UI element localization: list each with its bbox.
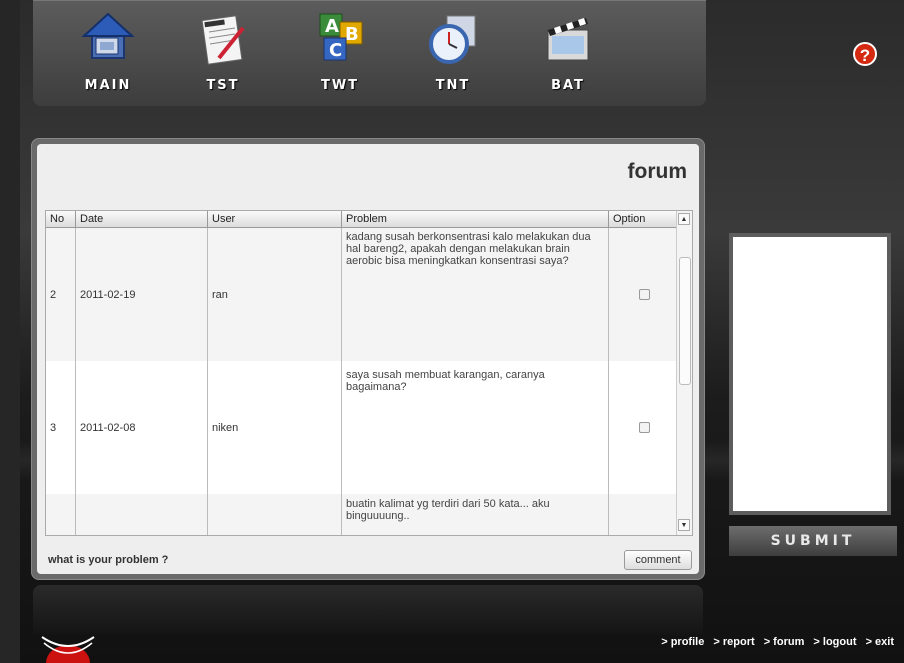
row-date: 2011-02-08	[76, 361, 208, 494]
row-date	[76, 494, 208, 535]
row-option	[609, 361, 677, 494]
forum-grid: No Date User Problem Option 2 2011-02-19…	[45, 210, 693, 536]
clock-icon	[429, 15, 476, 64]
row-date: 2011-02-19	[76, 228, 208, 361]
svg-text:C: C	[329, 40, 342, 61]
clapperboard-icon	[547, 18, 589, 61]
help-icon[interactable]: ?	[853, 42, 877, 66]
house-icon	[81, 12, 135, 59]
nav-tnt[interactable]: TNT	[413, 8, 493, 98]
scroll-down-icon[interactable]: ▼	[678, 519, 690, 531]
scroll-up-icon[interactable]: ▲	[678, 213, 690, 225]
table-row: 2 2011-02-19 ran kadang susah berkonsent…	[46, 228, 677, 362]
nav-tst-label: TST	[206, 78, 240, 93]
report-link[interactable]: > report	[713, 636, 754, 648]
row-option	[609, 228, 677, 361]
problem-textarea[interactable]	[729, 233, 891, 515]
col-date[interactable]: Date	[76, 211, 208, 227]
nav-tst[interactable]: TST	[183, 8, 263, 98]
nav-main-label: MAIN	[84, 78, 132, 93]
table-row: 3 2011-02-08 niken saya susah membuat ka…	[46, 361, 677, 495]
profile-link[interactable]: > profile	[661, 636, 704, 648]
row-option	[609, 494, 677, 535]
row-user: ran	[208, 228, 342, 361]
row-user: niken	[208, 361, 342, 494]
rich-text-icon	[201, 15, 245, 65]
col-no[interactable]: No	[46, 211, 76, 227]
abc-blocks-icon: A B C	[319, 13, 363, 61]
table-row: buatin kalimat yg terdiri dari 50 kata..…	[46, 494, 677, 535]
row-problem: kadang susah berkonsentrasi kalo melakuk…	[342, 228, 609, 361]
row-no: 2	[46, 228, 76, 361]
logout-link[interactable]: > logout	[813, 636, 856, 648]
option-checkbox[interactable]	[639, 289, 650, 300]
nav-bat[interactable]: BAT	[528, 8, 608, 98]
footer-bar	[33, 585, 703, 635]
col-user[interactable]: User	[208, 211, 342, 227]
exit-link[interactable]: > exit	[866, 636, 894, 648]
nav-main[interactable]: MAIN	[68, 8, 148, 98]
problem-question-label: what is your problem ?	[48, 554, 169, 566]
nav-twt-label: TWT	[320, 78, 360, 93]
comment-button[interactable]: comment	[624, 550, 692, 570]
nav-tnt-label: TNT	[435, 78, 471, 93]
scroll-thumb[interactable]	[679, 257, 691, 385]
left-band	[0, 0, 20, 663]
row-no: 3	[46, 361, 76, 494]
row-user	[208, 494, 342, 535]
row-problem: buatin kalimat yg terdiri dari 50 kata..…	[342, 494, 609, 535]
forum-title: forum	[627, 160, 688, 183]
col-problem[interactable]: Problem	[342, 211, 609, 227]
forum-link[interactable]: > forum	[764, 636, 805, 648]
forum-panel: forum No Date User Problem Option 2 2011…	[31, 138, 705, 580]
footer-links: > profile > report > forum > logout > ex…	[655, 636, 894, 648]
nav-twt[interactable]: A B C TWT	[300, 8, 380, 98]
col-option[interactable]: Option	[609, 211, 677, 227]
svg-text:B: B	[345, 24, 359, 45]
grid-scrollbar[interactable]: ▲ ▼	[676, 211, 692, 535]
row-problem: saya susah membuat karangan, caranya bag…	[342, 361, 609, 494]
top-nav-bar: MAIN TST A B C TWT TNT BAT	[33, 0, 706, 106]
option-checkbox[interactable]	[639, 422, 650, 433]
svg-text:A: A	[325, 16, 339, 37]
forum-panel-inner: forum No Date User Problem Option 2 2011…	[37, 144, 699, 574]
logo-icon	[41, 636, 95, 663]
grid-header: No Date User Problem Option	[46, 211, 692, 228]
nav-bat-label: BAT	[551, 78, 585, 93]
row-no	[46, 494, 76, 535]
submit-button[interactable]: SUBMIT	[729, 526, 897, 556]
